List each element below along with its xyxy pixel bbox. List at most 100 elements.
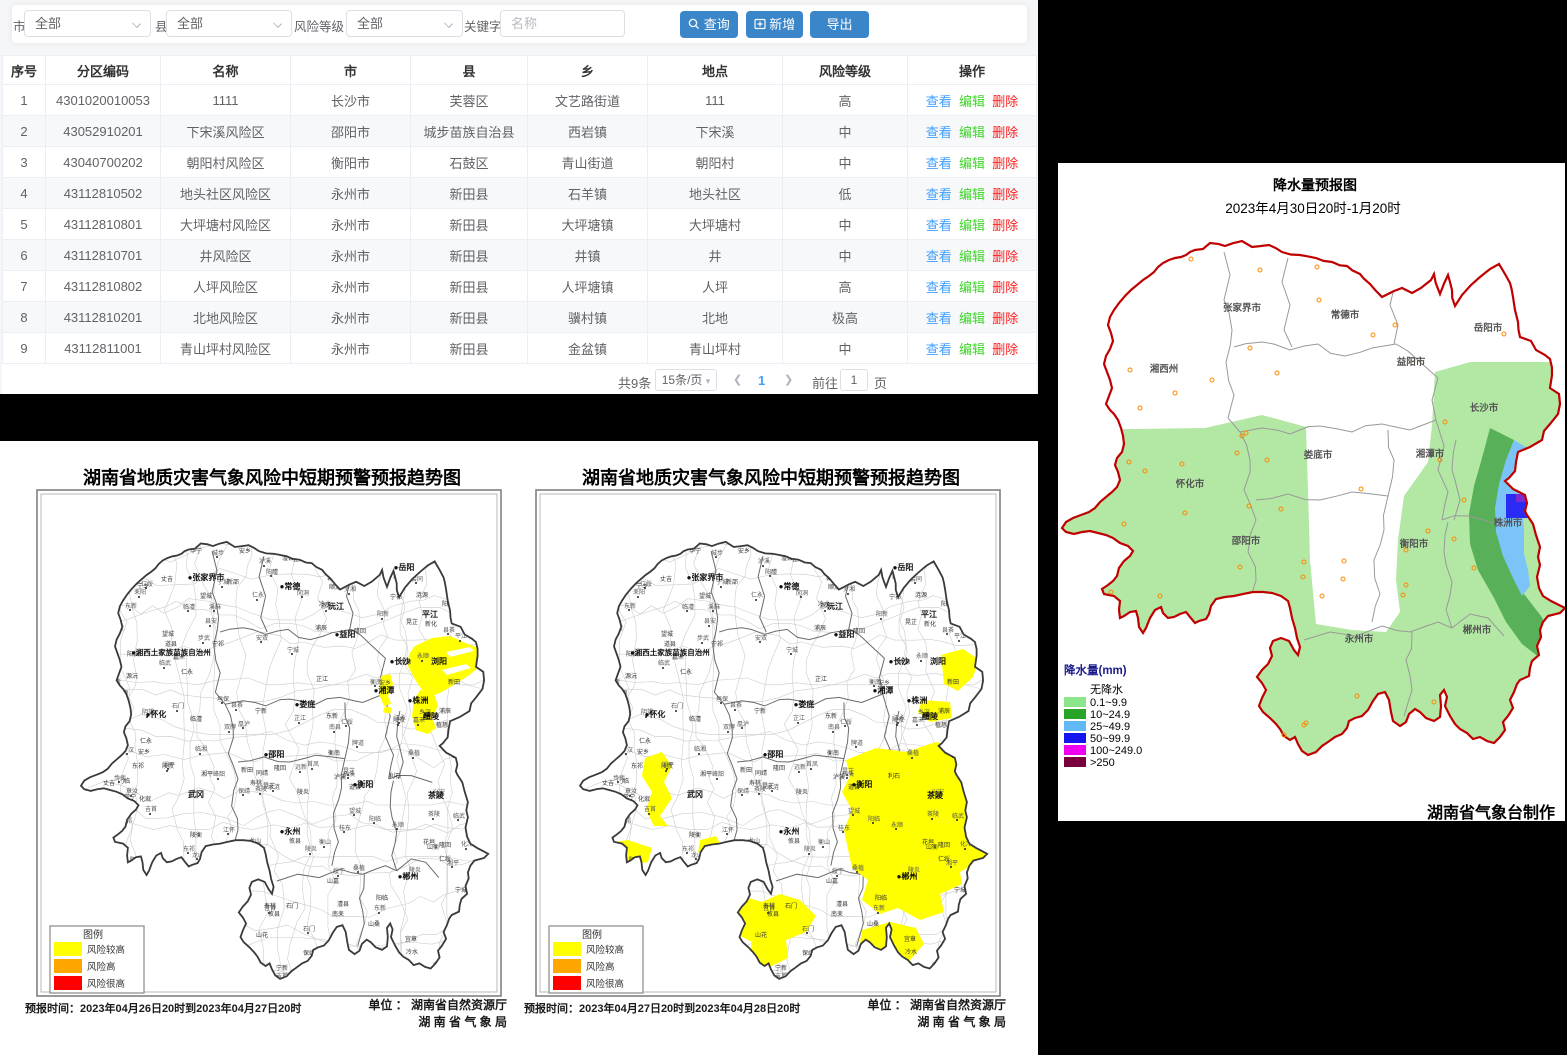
svg-text:新化: 新化 [593, 701, 605, 709]
svg-text:陵炎: 陵炎 [796, 788, 808, 796]
svg-text:宁城: 宁城 [786, 646, 798, 654]
svg-text:保靖: 保靖 [737, 787, 749, 795]
svg-text:风险很高: 风险很高 [586, 978, 624, 990]
svg-text:垣保: 垣保 [716, 695, 728, 703]
svg-text:邵邵: 邵邵 [655, 931, 667, 939]
svg-text:步武: 步武 [697, 634, 709, 642]
svg-text:江南: 江南 [717, 964, 729, 972]
svg-text:隆回: 隆回 [853, 627, 865, 635]
svg-text:植慈: 植慈 [935, 721, 947, 729]
svg-text:安仁: 安仁 [854, 953, 866, 961]
svg-text:芷江: 芷江 [793, 714, 805, 722]
svg-text:怀化市: 怀化市 [1176, 478, 1205, 490]
svg-text:东新: 东新 [624, 602, 636, 610]
svg-text:●常德: ●常德 [779, 581, 800, 591]
svg-text:●岳阳: ●岳阳 [893, 562, 914, 572]
svg-text:隆回: 隆回 [773, 764, 785, 772]
svg-text:石门: 石门 [671, 702, 683, 710]
svg-text:丈吉: 丈吉 [602, 779, 614, 787]
svg-text:沅江: 沅江 [827, 601, 843, 611]
svg-text:新田: 新田 [947, 678, 959, 686]
svg-text:花垣: 花垣 [922, 838, 934, 846]
svg-text:阳常: 阳常 [611, 624, 623, 632]
svg-text:永州市: 永州市 [1344, 633, 1374, 645]
svg-text:宁新: 宁新 [775, 964, 787, 972]
svg-text:仁永: 仁永 [639, 737, 651, 745]
svg-text:宁城: 宁城 [954, 886, 966, 894]
svg-text:降水量(mm): 降水量(mm) [1064, 663, 1127, 677]
svg-text:县华: 县华 [980, 592, 992, 600]
svg-text:●株洲: ●株洲 [907, 695, 928, 705]
svg-text:山桑: 山桑 [891, 963, 903, 971]
svg-text:桑植: 桑植 [907, 749, 919, 757]
svg-text:炎陵: 炎陵 [699, 936, 711, 944]
svg-text:2023年4月30日20时-1月20时: 2023年4月30日20时-1月20时 [1225, 201, 1401, 216]
svg-text:蓝山: 蓝山 [977, 773, 989, 781]
svg-text:东安: 东安 [663, 873, 675, 881]
svg-text:●邵阳: ●邵阳 [763, 750, 784, 759]
svg-text:沅江: 沅江 [982, 941, 994, 949]
svg-text:章汝: 章汝 [956, 746, 968, 754]
svg-text:岳阳市: 岳阳市 [1474, 322, 1503, 334]
svg-text:江华: 江华 [680, 948, 692, 956]
svg-text:仁绥: 仁绥 [938, 855, 950, 863]
svg-text:平江: 平江 [921, 609, 937, 619]
svg-text:醴陵: 醴陵 [922, 711, 939, 721]
svg-text:澧津: 澧津 [672, 941, 684, 949]
svg-text:仁绥: 仁绥 [840, 718, 852, 726]
svg-text:辰溪: 辰溪 [974, 910, 986, 918]
svg-text:双牌: 双牌 [723, 723, 735, 731]
svg-text:临澧: 临澧 [682, 603, 694, 611]
svg-text:远新: 远新 [794, 763, 806, 771]
svg-text:门临: 门临 [828, 554, 840, 562]
svg-text:靖州: 靖州 [662, 970, 674, 978]
svg-text:风险较高: 风险较高 [586, 944, 624, 956]
svg-text:临武: 临武 [952, 812, 964, 820]
svg-text:新化: 新化 [924, 620, 936, 628]
svg-text:风险高: 风险高 [586, 961, 615, 973]
svg-text:望城: 望城 [699, 592, 711, 600]
svg-text:东祁: 东祁 [631, 762, 643, 770]
svg-text:寿桃: 寿桃 [749, 779, 761, 787]
svg-text:宁新: 宁新 [754, 707, 766, 715]
svg-text:仁永: 仁永 [680, 668, 692, 676]
svg-text:茶陵: 茶陵 [926, 790, 944, 800]
svg-text:临澧: 临澧 [689, 715, 701, 723]
svg-text:益阳市: 益阳市 [1397, 356, 1426, 368]
svg-text:源沅: 源沅 [625, 672, 637, 680]
svg-text:湘平: 湘平 [662, 761, 674, 769]
svg-text:溪麻: 溪麻 [708, 603, 720, 611]
svg-text:桂东: 桂东 [838, 824, 850, 832]
svg-text:祁阳: 祁阳 [979, 888, 991, 896]
svg-text:无降水: 无降水 [1090, 682, 1123, 696]
svg-text:步武: 步武 [613, 774, 625, 782]
svg-text:●娄底: ●娄底 [794, 699, 815, 709]
svg-text:石门: 石门 [785, 902, 797, 910]
svg-text:望城: 望城 [848, 807, 860, 815]
svg-text:湘平: 湘平 [834, 940, 846, 948]
svg-text:茶陵: 茶陵 [927, 810, 939, 818]
svg-text:晃芷: 晃芷 [905, 618, 917, 626]
svg-text:同靖: 同靖 [755, 769, 767, 777]
svg-text:吉首: 吉首 [644, 805, 656, 813]
svg-text:●郴州: ●郴州 [897, 871, 918, 881]
svg-text:东新: 东新 [873, 904, 885, 912]
svg-text:郴州市: 郴州市 [1463, 624, 1492, 636]
svg-text:顺龙: 顺龙 [828, 583, 840, 591]
svg-text:陵衡: 陵衡 [689, 831, 701, 839]
svg-text:常德市: 常德市 [1331, 309, 1360, 321]
svg-text:绥宁: 绥宁 [832, 867, 844, 875]
svg-text:东祁: 东祁 [682, 845, 694, 853]
svg-text:凰泸: 凰泸 [737, 720, 749, 728]
svg-text:浦辰: 浦辰 [814, 624, 826, 632]
svg-text:安乡: 安乡 [637, 748, 649, 756]
svg-text:县安: 县安 [704, 617, 716, 625]
svg-text:0.1~9.9: 0.1~9.9 [1090, 697, 1127, 709]
svg-text:望城: 望城 [661, 630, 673, 638]
svg-text:芷江: 芷江 [815, 675, 827, 683]
svg-text:源双: 源双 [723, 929, 735, 937]
svg-text:南耒: 南耒 [831, 910, 843, 918]
svg-text:冈洞: 冈洞 [626, 900, 638, 908]
svg-text:100~249.0: 100~249.0 [1090, 745, 1142, 757]
svg-text:桃源: 桃源 [672, 929, 684, 937]
